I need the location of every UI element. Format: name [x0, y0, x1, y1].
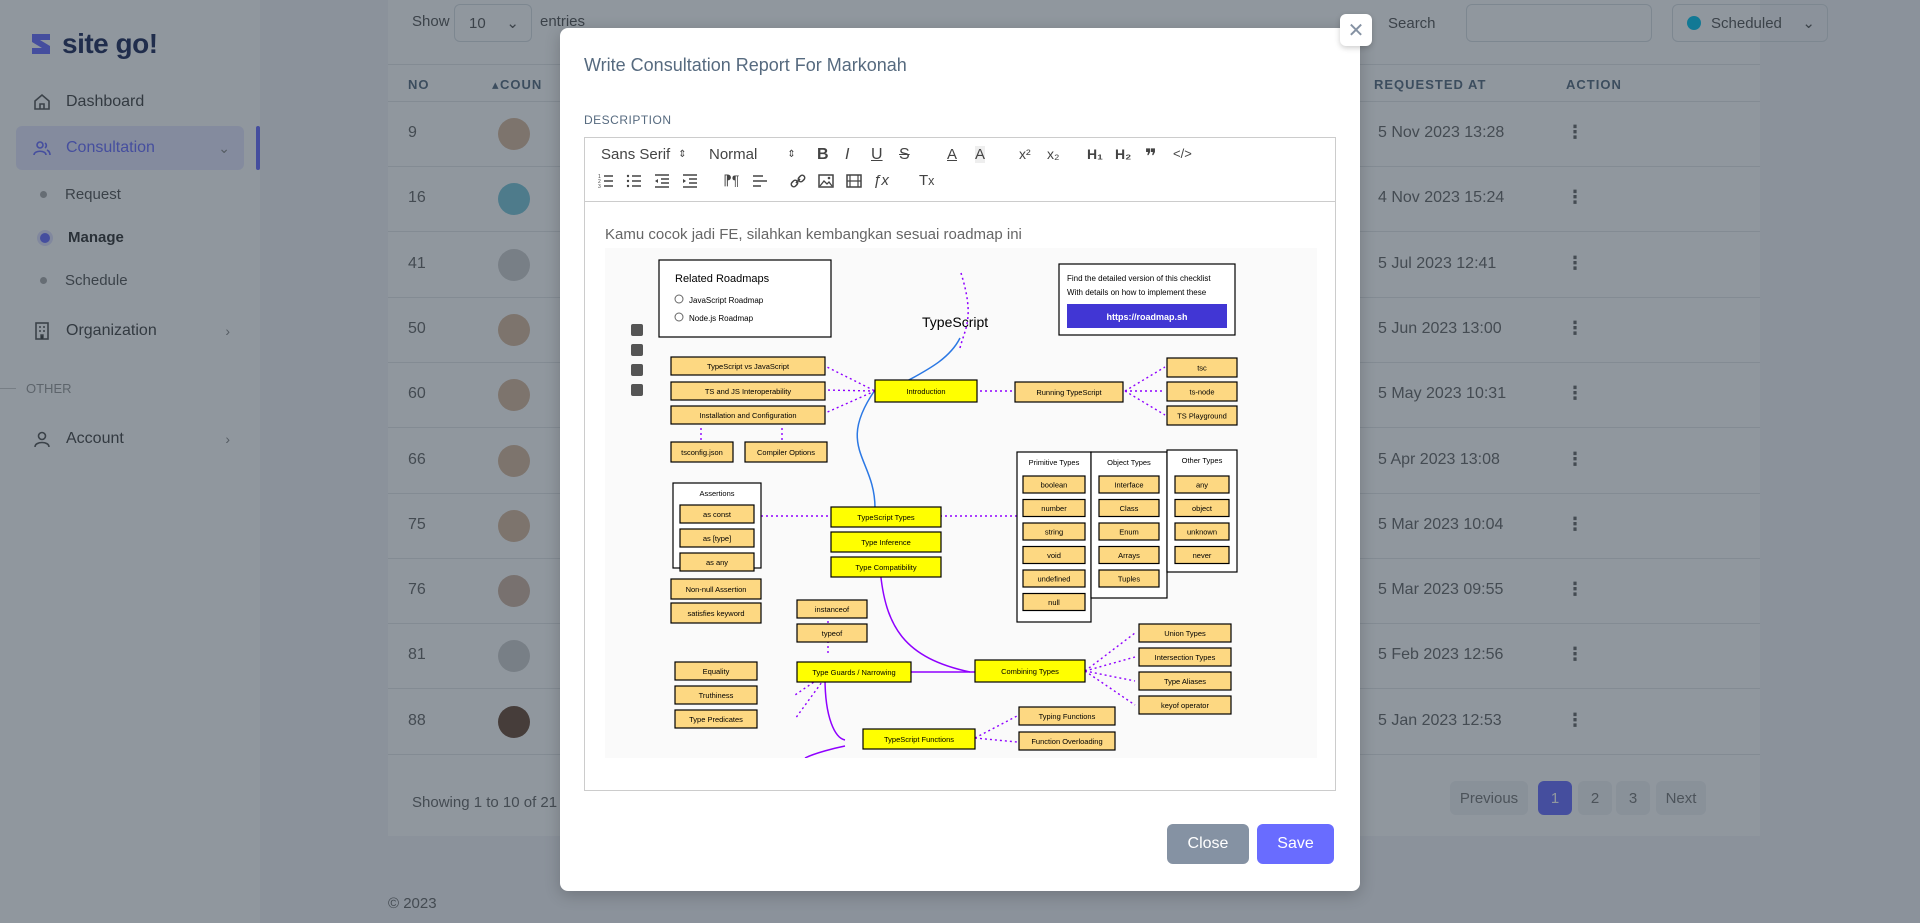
heading1-icon[interactable]: H₁ [1087, 146, 1103, 162]
image-icon[interactable] [817, 172, 835, 190]
close-icon[interactable]: ✕ [1340, 14, 1372, 46]
code-block-icon[interactable]: </> [1173, 146, 1192, 161]
ordered-list-icon[interactable]: 123 [597, 172, 615, 190]
strike-icon[interactable]: S [899, 146, 910, 164]
roadmap-node-label: boolean [1041, 481, 1068, 490]
description-label: DESCRIPTION [584, 113, 672, 127]
roadmap-group-label: Other Types [1182, 456, 1223, 465]
roadmap-group-label: Assertions [699, 489, 734, 498]
roadmap-node-label: Truthiness [699, 691, 734, 700]
align-icon[interactable] [751, 172, 769, 190]
roadmap-node-label: null [1048, 598, 1060, 607]
text-color-icon[interactable]: A [947, 146, 957, 163]
roadmap-node-label: Type Compatibility [855, 563, 917, 572]
roadmap-node-label: Type Inference [861, 538, 911, 547]
roadmap-group-label: Primitive Types [1029, 458, 1080, 467]
roadmap-node-label: Class [1120, 504, 1139, 513]
svg-text:TypeScript: TypeScript [922, 314, 988, 330]
svg-text:JavaScript Roadmap: JavaScript Roadmap [689, 296, 764, 305]
roadmap-node-label: Installation and Configuration [699, 411, 796, 420]
roadmap-node-label: undefined [1038, 575, 1071, 584]
close-button[interactable]: Close [1167, 824, 1249, 864]
updown-icon: ⇕ [678, 149, 687, 160]
roadmap-node-label: satisfies keyword [687, 609, 744, 618]
video-icon[interactable] [845, 172, 863, 190]
roadmap-node-label: as [type] [703, 534, 731, 543]
editor-content-text: Kamu cocok jadi FE, silahkan kembangkan … [605, 226, 1022, 243]
roadmap-node-label: Enum [1119, 528, 1139, 537]
font-size-value: Normal [709, 146, 758, 163]
font-size-select[interactable]: Normal ⇕ [709, 146, 796, 163]
svg-text:Node.js Roadmap: Node.js Roadmap [689, 314, 754, 323]
roadmap-node-label: as any [706, 558, 728, 567]
svg-text:3: 3 [598, 184, 601, 190]
roadmap-node-label: Introduction [906, 387, 945, 396]
superscript-icon[interactable]: x² [1019, 146, 1031, 162]
roadmap-node-label: Function Overloading [1031, 737, 1102, 746]
updown-icon: ⇕ [787, 149, 796, 160]
outdent-icon[interactable] [653, 172, 671, 190]
italic-icon[interactable]: I [845, 146, 849, 164]
save-button[interactable]: Save [1257, 824, 1334, 864]
roadmap-node-label: Type Aliases [1164, 677, 1206, 686]
report-modal: ✕ Write Consultation Report For Markonah… [560, 14, 1372, 891]
editor-toolbar: Sans Serif ⇕ Normal ⇕ B I U S A A x² x₂ … [585, 138, 1335, 202]
roadmap-node-label: Typing Functions [1039, 712, 1096, 721]
font-family-select[interactable]: Sans Serif ⇕ [601, 146, 687, 163]
bold-icon[interactable]: B [817, 146, 829, 164]
roadmap-node-label: Type Guards / Narrowing [812, 668, 895, 677]
roadmap-node-label: Equality [703, 667, 730, 676]
roadmap-node-label: void [1047, 551, 1061, 560]
roadmap-node-label: TS Playground [1177, 412, 1227, 421]
indent-icon[interactable] [681, 172, 699, 190]
roadmap-node-label: TypeScript Functions [884, 735, 954, 744]
roadmap-node-label: Running TypeScript [1036, 388, 1102, 397]
roadmap-node-label: keyof operator [1161, 701, 1209, 710]
roadmap-node-label: tsc [1197, 364, 1207, 373]
svg-text:https://roadmap.sh: https://roadmap.sh [1106, 312, 1187, 322]
roadmap-node-label: number [1041, 504, 1067, 513]
roadmap-group-label: Object Types [1107, 458, 1151, 467]
roadmap-node-label: never [1193, 551, 1212, 560]
blockquote-icon[interactable]: ❞ [1145, 144, 1157, 169]
roadmap-node-label: Union Types [1164, 629, 1206, 638]
heading2-icon[interactable]: H₂ [1115, 146, 1131, 162]
font-family-value: Sans Serif [601, 146, 671, 163]
rich-text-editor[interactable]: Sans Serif ⇕ Normal ⇕ B I U S A A x² x₂ … [584, 137, 1336, 791]
typescript-roadmap-image: Related Roadmaps JavaScript Roadmap Node… [605, 248, 1317, 758]
roadmap-node-label: Compiler Options [757, 448, 815, 457]
roadmap-node-label: tsconfig.json [681, 448, 723, 457]
svg-text:Related Roadmaps: Related Roadmaps [675, 273, 770, 285]
roadmap-node-label: Combining Types [1001, 667, 1059, 676]
roadmap-node-label: Arrays [1118, 551, 1140, 560]
highlight-icon[interactable]: A [975, 146, 986, 163]
roadmap-node-label: TS and JS Interoperability [705, 387, 792, 396]
roadmap-node-label: Tuples [1118, 575, 1140, 584]
roadmap-node-label: Non-null Assertion [686, 585, 747, 594]
text-direction-icon[interactable]: ⁋¶ [723, 172, 739, 189]
roadmap-node-label: instanceof [815, 605, 850, 614]
roadmap-node-label: string [1045, 528, 1063, 537]
roadmap-node-label: as const [703, 510, 732, 519]
roadmap-node-label: Interface [1114, 481, 1143, 490]
roadmap-node-label: Type Predicates [689, 715, 743, 724]
roadmap-node-label: TypeScript vs JavaScript [707, 362, 790, 371]
roadmap-node-label: any [1196, 481, 1208, 490]
roadmap-node-label: ts-node [1189, 388, 1214, 397]
bullet-list-icon[interactable] [625, 172, 643, 190]
link-icon[interactable] [789, 172, 807, 190]
roadmap-node-label: Intersection Types [1155, 653, 1216, 662]
roadmap-node-label: object [1192, 504, 1213, 513]
svg-text:Find the detailed version of t: Find the detailed version of this checkl… [1067, 274, 1211, 283]
clear-format-icon[interactable]: Tx [919, 172, 934, 189]
roadmap-node-label: unknown [1187, 528, 1217, 537]
subscript-icon[interactable]: x₂ [1047, 146, 1059, 162]
modal-title: Write Consultation Report For Markonah [584, 55, 907, 75]
svg-text:With details on how to impleme: With details on how to implement these [1067, 288, 1207, 297]
roadmap-node-label: typeof [822, 629, 843, 638]
underline-icon[interactable]: U [871, 146, 883, 164]
roadmap-node-label: TypeScript Types [857, 513, 915, 522]
formula-icon[interactable]: ƒx [873, 172, 889, 189]
